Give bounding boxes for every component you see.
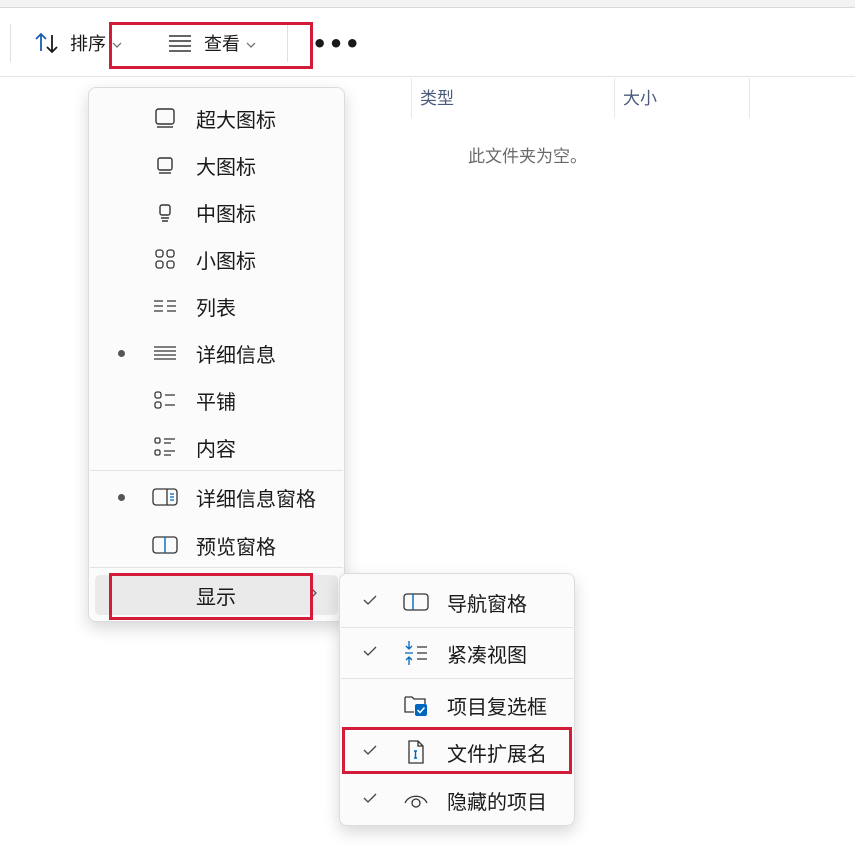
file-extensions-highlight [342, 727, 572, 774]
menu-divider [341, 678, 573, 679]
content-icon [152, 434, 178, 460]
menu-item-medium-icons[interactable]: 中图标 [89, 195, 344, 229]
menu-item-label: 大图标 [196, 154, 256, 179]
selected-bullet [118, 350, 125, 357]
column-header-type[interactable]: 类型 [411, 78, 614, 118]
menu-item-label: 超大图标 [196, 107, 276, 132]
tiles-icon [152, 387, 178, 413]
large-icons-icon [152, 152, 178, 178]
details-pane-icon [152, 484, 178, 510]
menu-divider [90, 567, 343, 568]
submenu-item-label: 隐藏的项目 [447, 789, 547, 814]
menu-item-content[interactable]: 内容 [89, 430, 344, 464]
submenu-item-label: 紧凑视图 [447, 642, 527, 667]
item-checkboxes-icon [403, 692, 429, 718]
show-item-highlight [109, 573, 313, 620]
menu-item-label: 详细信息 [196, 342, 276, 367]
checkmark-icon [363, 790, 377, 808]
hidden-items-icon [403, 787, 429, 813]
menu-item-label: 内容 [196, 436, 236, 461]
view-menu: 超大图标 大图标 中图标 小图标 列表 详细信息 平铺 内容 详细信息窗格 预览… [88, 87, 345, 622]
menu-item-label: 预览窗格 [196, 534, 276, 559]
menu-item-preview-pane[interactable]: 预览窗格 [89, 528, 344, 562]
details-icon [152, 340, 178, 366]
toolbar-separator [10, 24, 11, 62]
menu-divider [341, 627, 573, 628]
view-button-highlight [109, 22, 313, 69]
checkmark-icon [363, 592, 377, 610]
window-top-strip [0, 0, 855, 8]
submenu-item-navigation-pane[interactable]: 导航窗格 [340, 585, 574, 619]
navigation-pane-icon [403, 589, 429, 615]
menu-item-tiles[interactable]: 平铺 [89, 383, 344, 417]
selected-bullet [118, 494, 125, 501]
more-options-button[interactable]: ••• [312, 32, 361, 56]
empty-folder-message: 此文件夹为空。 [468, 147, 587, 167]
menu-item-label: 中图标 [196, 201, 256, 226]
menu-divider [90, 470, 343, 471]
submenu-item-item-checkboxes[interactable]: 项目复选框 [340, 688, 574, 722]
menu-item-label: 列表 [196, 295, 236, 320]
sort-icon [34, 31, 60, 55]
column-header-size[interactable]: 大小 [614, 78, 750, 118]
menu-item-label: 详细信息窗格 [196, 486, 316, 511]
menu-item-list[interactable]: 列表 [89, 289, 344, 323]
compact-view-icon [403, 640, 429, 666]
submenu-item-label: 项目复选框 [447, 694, 547, 719]
menu-item-label: 小图标 [196, 248, 256, 273]
preview-pane-icon [152, 532, 178, 558]
column-divider [749, 78, 750, 118]
extra-large-icons-icon [152, 105, 178, 131]
list-icon [152, 293, 178, 319]
submenu-item-hidden-items[interactable]: 隐藏的项目 [340, 783, 574, 817]
small-icons-icon [152, 246, 178, 272]
medium-icons-icon [152, 199, 178, 225]
menu-item-large-icons[interactable]: 大图标 [89, 148, 344, 182]
checkmark-icon [363, 643, 377, 661]
menu-item-extra-large-icons[interactable]: 超大图标 [89, 101, 344, 135]
sort-label: 排序 [70, 34, 106, 55]
menu-item-details-pane[interactable]: 详细信息窗格 [89, 480, 344, 514]
menu-item-details[interactable]: 详细信息 [89, 336, 344, 370]
menu-item-small-icons[interactable]: 小图标 [89, 242, 344, 276]
submenu-item-compact-view[interactable]: 紧凑视图 [340, 636, 574, 670]
menu-item-label: 平铺 [196, 389, 236, 414]
submenu-item-label: 导航窗格 [447, 591, 527, 616]
show-submenu: 导航窗格 紧凑视图 项目复选框 文件扩展名 隐藏的项目 [339, 573, 575, 826]
